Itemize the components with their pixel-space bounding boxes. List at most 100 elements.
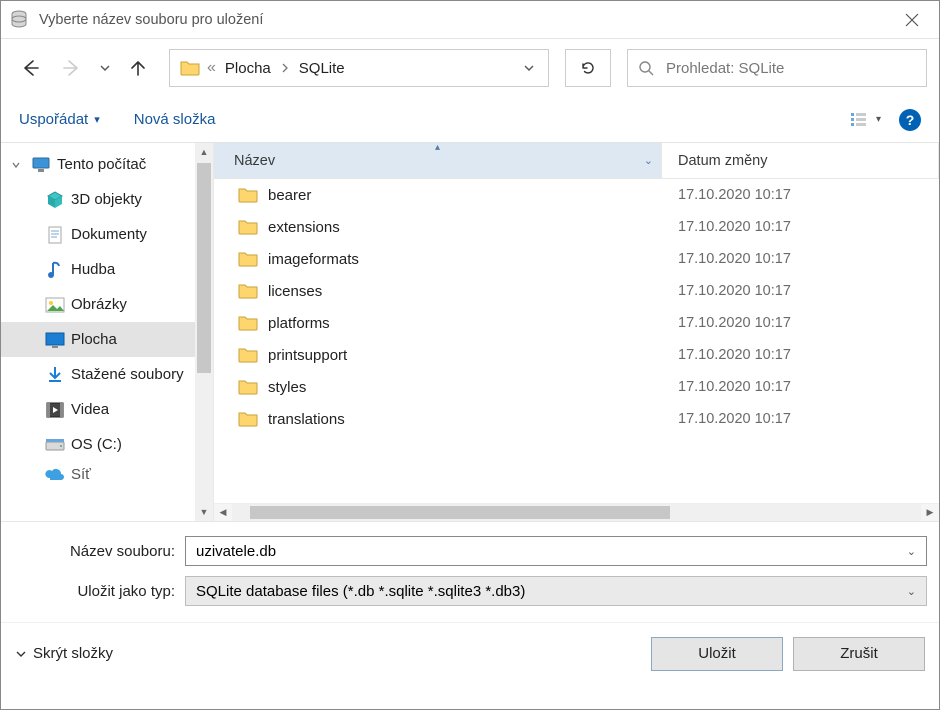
- tree-item[interactable]: Síť: [1, 462, 213, 486]
- hide-folders-button[interactable]: Skrýt složky: [15, 645, 113, 662]
- cancel-label: Zrušit: [840, 645, 878, 662]
- file-row[interactable]: platforms17.10.2020 10:17: [214, 307, 939, 339]
- tree-item-label: Síť: [71, 466, 91, 483]
- tree-item[interactable]: Plocha: [1, 322, 213, 357]
- organize-button[interactable]: Uspořádat ▾: [19, 111, 100, 128]
- cloud-icon: [45, 464, 65, 484]
- tree-item-this-pc[interactable]: Tento počítač: [1, 147, 213, 182]
- column-name-label: Název: [234, 153, 275, 169]
- chevron-down-icon[interactable]: ⌄: [907, 545, 916, 558]
- drive-icon: [45, 435, 65, 455]
- column-headers: ▴ Název ⌄ Datum změny: [214, 143, 939, 179]
- file-list-pane: ▴ Název ⌄ Datum změny bearer17.10.2020 1…: [214, 143, 939, 521]
- cube-icon: [45, 190, 65, 210]
- tree-item[interactable]: Stažené soubory: [1, 357, 213, 392]
- file-date: 17.10.2020 10:17: [662, 283, 939, 299]
- up-button[interactable]: [121, 51, 155, 85]
- doc-icon: [45, 225, 65, 245]
- file-list[interactable]: bearer17.10.2020 10:17extensions17.10.20…: [214, 179, 939, 503]
- folder-icon: [238, 314, 258, 332]
- tree-item-label: Dokumenty: [71, 226, 147, 243]
- tree-item[interactable]: Dokumenty: [1, 217, 213, 252]
- refresh-button[interactable]: [565, 49, 611, 87]
- column-header-name[interactable]: ▴ Název ⌄: [214, 143, 662, 178]
- forward-button[interactable]: [55, 51, 89, 85]
- folder-icon: [238, 378, 258, 396]
- file-name: extensions: [268, 219, 340, 236]
- tree-item-label: Stažené soubory: [71, 366, 184, 383]
- tree-item-label: Plocha: [71, 331, 117, 348]
- recent-locations-button[interactable]: [97, 51, 113, 85]
- cancel-button[interactable]: Zrušit: [793, 637, 925, 671]
- file-row[interactable]: licenses17.10.2020 10:17: [214, 275, 939, 307]
- help-button[interactable]: ?: [899, 109, 921, 131]
- navigation-pane: Tento počítač 3D objekty Dokumenty HudbaObr…: [1, 143, 214, 521]
- chevron-down-icon: [11, 160, 25, 170]
- file-row[interactable]: imageformats17.10.2020 10:17: [214, 243, 939, 275]
- file-date: 17.10.2020 10:17: [662, 251, 939, 267]
- horizontal-scrollbar[interactable]: [232, 504, 921, 521]
- chevron-down-icon: [15, 648, 27, 660]
- file-row[interactable]: printsupport17.10.2020 10:17: [214, 339, 939, 371]
- save-button[interactable]: Uložit: [651, 637, 783, 671]
- file-date: 17.10.2020 10:17: [662, 347, 939, 363]
- nav-scrollbar[interactable]: ▲ ▼: [195, 143, 213, 521]
- chevron-down-icon[interactable]: ⌄: [907, 585, 916, 598]
- save-form: Název souboru: uzivatele.db ⌄ Uložit jak…: [1, 521, 939, 622]
- address-bar[interactable]: « Plocha SQLite: [169, 49, 549, 87]
- breadcrumb-item[interactable]: SQLite: [291, 50, 353, 86]
- computer-icon: [31, 155, 51, 175]
- filetype-value: SQLite database files (*.db *.sqlite *.s…: [196, 583, 525, 600]
- video-icon: [45, 400, 65, 420]
- scroll-left-button[interactable]: ◀: [214, 504, 232, 521]
- folder-icon: [238, 186, 258, 204]
- tree-item[interactable]: Hudba: [1, 252, 213, 287]
- database-icon: [9, 10, 29, 30]
- file-row[interactable]: extensions17.10.2020 10:17: [214, 211, 939, 243]
- tree-item[interactable]: 3D objekty: [1, 182, 213, 217]
- search-icon: [638, 60, 654, 76]
- folder-icon: [238, 218, 258, 236]
- pic-icon: [45, 295, 65, 315]
- download-icon: [45, 365, 65, 385]
- search-input[interactable]: Prohledat: SQLite: [627, 49, 927, 87]
- file-row[interactable]: styles17.10.2020 10:17: [214, 371, 939, 403]
- scroll-thumb[interactable]: [250, 506, 670, 519]
- folder-icon: [238, 410, 258, 428]
- file-date: 17.10.2020 10:17: [662, 379, 939, 395]
- folder-icon: [174, 50, 206, 86]
- view-options-button[interactable]: ▾: [850, 111, 881, 129]
- tree-item[interactable]: Obrázky: [1, 287, 213, 322]
- file-row[interactable]: translations17.10.2020 10:17: [214, 403, 939, 435]
- filetype-select[interactable]: SQLite database files (*.db *.sqlite *.s…: [185, 576, 927, 606]
- file-date: 17.10.2020 10:17: [662, 315, 939, 331]
- breadcrumb-item[interactable]: Plocha: [217, 50, 279, 86]
- filename-input[interactable]: uzivatele.db ⌄: [185, 536, 927, 566]
- back-button[interactable]: [13, 51, 47, 85]
- chevron-down-icon: ▾: [94, 113, 100, 126]
- search-placeholder: Prohledat: SQLite: [666, 60, 784, 77]
- scroll-down-button[interactable]: ▼: [195, 503, 213, 521]
- tree-item-label: Videa: [71, 401, 109, 418]
- tree-item[interactable]: OS (C:): [1, 427, 213, 462]
- scroll-right-button[interactable]: ▶: [921, 504, 939, 521]
- file-row[interactable]: bearer17.10.2020 10:17: [214, 179, 939, 211]
- scroll-thumb[interactable]: [197, 163, 211, 373]
- tree-item-label: 3D objekty: [71, 191, 142, 208]
- filetype-label: Uložit jako typ:: [13, 583, 185, 600]
- address-dropdown-button[interactable]: [514, 50, 544, 86]
- chevron-down-icon: ▾: [876, 114, 881, 125]
- sort-ascending-icon: ▴: [435, 142, 440, 153]
- new-folder-button[interactable]: Nová složka: [134, 111, 216, 128]
- breadcrumb-prefix: «: [206, 59, 217, 77]
- filename-label: Název souboru:: [13, 543, 185, 560]
- scroll-up-button[interactable]: ▲: [195, 143, 213, 161]
- column-header-date[interactable]: Datum změny: [662, 143, 939, 178]
- tree-item-label: Tento počítač: [57, 156, 146, 173]
- file-date: 17.10.2020 10:17: [662, 411, 939, 427]
- close-button[interactable]: [891, 5, 933, 35]
- navigation-bar: « Plocha SQLite Prohledat: SQLite: [1, 39, 939, 97]
- tree-item[interactable]: Videa: [1, 392, 213, 427]
- dialog-footer: Skrýt složky Uložit Zrušit: [1, 622, 939, 684]
- organize-label: Uspořádat: [19, 111, 88, 128]
